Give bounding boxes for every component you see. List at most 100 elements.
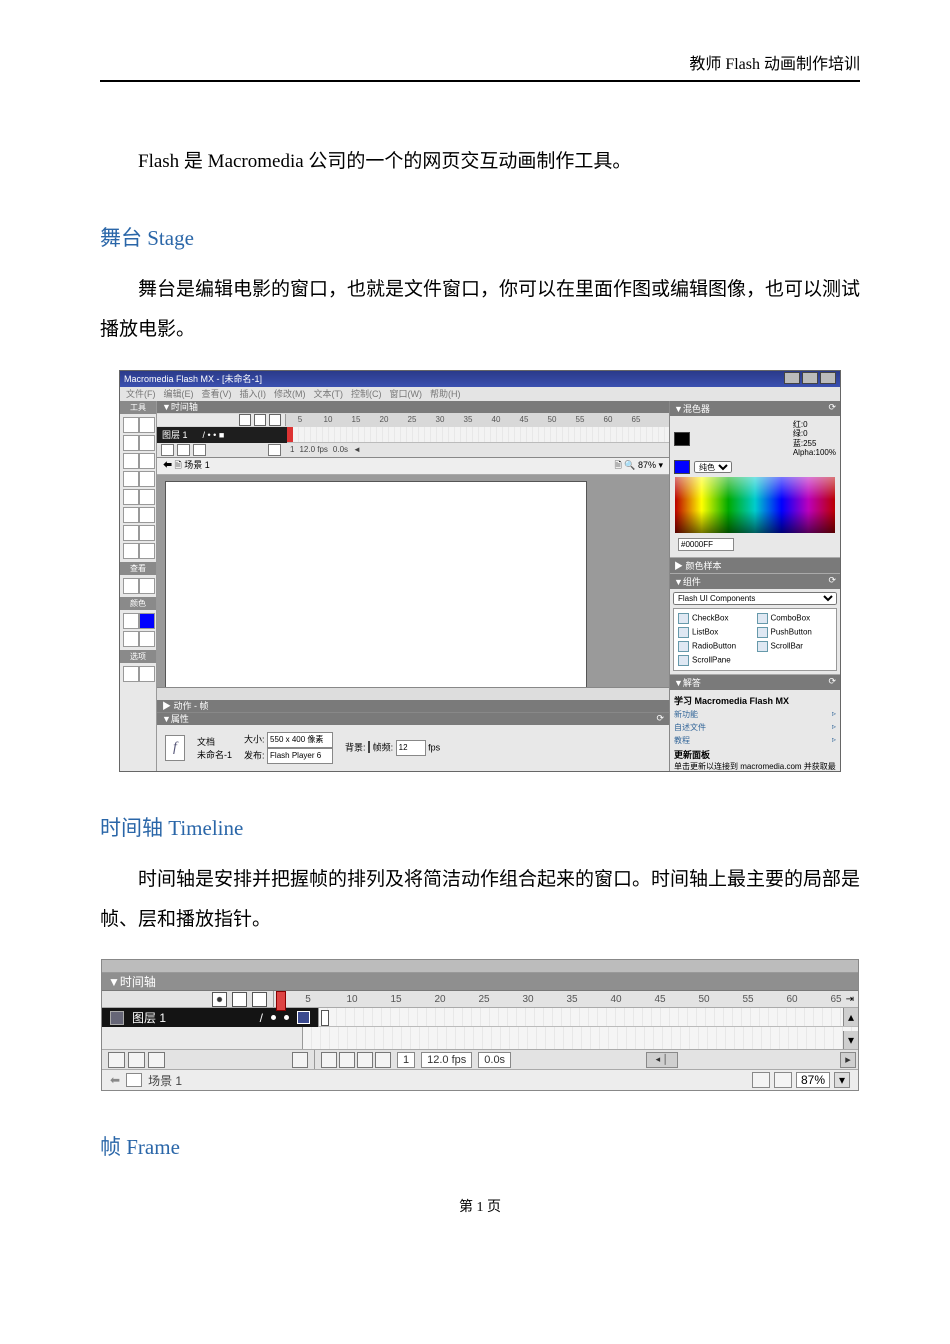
hex-input[interactable] (678, 538, 734, 551)
tick: 45 (638, 994, 682, 1005)
frame-ruler[interactable]: 5 10 15 20 25 30 35 40 45 50 55 60 65 ⇥ (274, 991, 858, 1008)
heading-timeline-zh: 时间轴 (100, 816, 163, 840)
edit-symbol-icon[interactable] (774, 1072, 792, 1088)
tick: 55 (566, 415, 594, 424)
layer-row[interactable]: 图层 1 / ▴ (102, 1008, 858, 1027)
comp-scrollpane[interactable]: ScrollPane (678, 655, 754, 666)
heading-stage-en: Stage (147, 226, 194, 250)
layer-row[interactable]: 图层 1/ • • ■ (157, 427, 669, 443)
outline-icon[interactable] (252, 992, 267, 1007)
stage-canvas[interactable] (165, 481, 587, 693)
scroll-left-icon[interactable]: ◂ │ (646, 1052, 678, 1068)
edit-scene-icon[interactable] (752, 1072, 770, 1088)
mixer-label[interactable]: ▼混色器 (674, 402, 710, 415)
comp-scrollbar[interactable]: ScrollBar (757, 641, 833, 652)
link-tutorial[interactable]: 教程▹ (674, 735, 836, 746)
layer-add-buttons[interactable] (108, 1052, 165, 1068)
menu-window[interactable]: 窗口(W) (390, 387, 423, 400)
menu-insert[interactable]: 插入(I) (240, 387, 267, 400)
components-label[interactable]: ▼组件 (674, 575, 701, 588)
fps-input[interactable] (396, 740, 426, 756)
menu-edit[interactable]: 编辑(E) (164, 387, 194, 400)
comp-radiobutton[interactable]: RadioButton (678, 641, 754, 652)
tick: 35 (550, 994, 594, 1005)
zoom-display[interactable]: 🗎 🔍 87% ▾ (615, 458, 664, 474)
view-buttons[interactable] (120, 575, 156, 597)
fps-unit: fps (428, 742, 440, 752)
color-spectrum[interactable] (675, 477, 835, 533)
option-buttons[interactable] (120, 663, 156, 685)
menu-control[interactable]: 控制(C) (351, 387, 382, 400)
size-button[interactable] (267, 732, 333, 748)
scroll-right-icon[interactable]: ▸ (840, 1052, 856, 1068)
component-set-select[interactable]: Flash UI Components (673, 592, 837, 605)
scroll-up-icon[interactable]: ▴ (843, 1008, 858, 1026)
lock-dot[interactable] (284, 1015, 289, 1020)
frames-track[interactable]: ▴ (319, 1008, 858, 1027)
color-swatches[interactable] (120, 610, 156, 650)
properties-label[interactable]: ▼属性 (162, 712, 189, 725)
actions-panel-header[interactable]: ▶ 动作 - 帧 (157, 700, 669, 712)
doc-icon: f (165, 735, 185, 761)
frame-ruler[interactable]: 5 10 15 20 25 30 35 40 45 50 55 60 (286, 415, 669, 424)
link-whatsnew[interactable]: 新功能▹ (674, 709, 836, 720)
frames-area[interactable] (287, 427, 669, 443)
flash-mx-screenshot: Macromedia Flash MX - [未命名-1] 文件(F) 编辑(E… (119, 370, 841, 772)
right-panels: ▼混色器⟳ 红:0绿:0蓝:255Alpha:100% 纯色 (669, 401, 840, 771)
comp-checkbox[interactable]: CheckBox (678, 613, 754, 624)
zoom-value[interactable]: 87% (796, 1072, 830, 1088)
swatches-panel[interactable]: ▶ 颜色样本 (670, 558, 840, 574)
layer-column-header[interactable] (102, 991, 274, 1008)
layer-buttons[interactable] (157, 444, 285, 456)
menu-view[interactable]: 查看(V) (202, 387, 232, 400)
outline-box[interactable] (297, 1011, 310, 1024)
menu-file[interactable]: 文件(F) (126, 387, 156, 400)
layer-header-icons[interactable] (157, 414, 286, 426)
menu-bar[interactable]: 文件(F) 编辑(E) 查看(V) 插入(I) 修改(M) 文本(T) 控制(C… (120, 387, 840, 401)
component-list[interactable]: CheckBox ComboBox ListBox PushButton Rad… (673, 608, 837, 671)
heading-frame: 帧 Frame (100, 1131, 860, 1161)
layer-name: 图层 1 (132, 1009, 166, 1026)
scene-name[interactable]: 场景 1 (148, 1072, 182, 1089)
playhead[interactable] (276, 991, 286, 1011)
ruler-end-icon[interactable]: ⇥ (846, 994, 854, 1005)
pub-label: 发布: (244, 750, 265, 760)
stroke-swatch[interactable] (674, 432, 690, 446)
visible-dot[interactable] (271, 1015, 276, 1020)
heading-frame-en: Frame (126, 1135, 180, 1159)
tool-buttons[interactable] (120, 414, 156, 562)
tick: 15 (342, 415, 370, 424)
comp-pushbutton[interactable]: PushButton (757, 627, 833, 638)
zoom-dropdown-icon[interactable]: ▾ (834, 1072, 850, 1088)
trash-icon[interactable] (292, 1052, 308, 1068)
back-icon[interactable]: ⬅ (110, 1073, 120, 1087)
panel-grip[interactable] (102, 960, 858, 972)
tick: 15 (374, 994, 418, 1005)
answers-label[interactable]: ▼解答 (674, 676, 701, 689)
publish-button[interactable] (267, 748, 333, 764)
menu-text[interactable]: 文本(T) (314, 387, 344, 400)
timeline-header[interactable]: ▼时间轴 (157, 401, 669, 413)
tick: 20 (418, 994, 462, 1005)
timeline-title[interactable]: ▼时间轴 (102, 973, 858, 991)
fill-type-select[interactable]: 纯色 (694, 461, 732, 473)
window-buttons[interactable] (782, 372, 836, 386)
lock-icon[interactable] (232, 992, 247, 1007)
page-header: 教师 Flash 动画制作培训 (100, 50, 860, 82)
scene-name[interactable]: ⬅ 🗎 场景 1 (163, 458, 210, 474)
menu-modify[interactable]: 修改(M) (274, 387, 306, 400)
window-titlebar: Macromedia Flash MX - [未命名-1] (120, 371, 840, 387)
tick: 30 (506, 994, 550, 1005)
fill-swatch[interactable] (674, 460, 690, 474)
h-scrollbar[interactable] (157, 687, 669, 700)
link-readme[interactable]: 自述文件▹ (674, 722, 836, 733)
update-heading: 更新面板 (674, 750, 710, 760)
comp-listbox[interactable]: ListBox (678, 627, 754, 638)
stage-area[interactable] (157, 475, 669, 700)
comp-combobox[interactable]: ComboBox (757, 613, 833, 624)
onion-skin-buttons[interactable] (321, 1052, 391, 1068)
eye-icon[interactable] (212, 992, 227, 1007)
scroll-down-icon[interactable]: ▾ (843, 1031, 858, 1049)
menu-help[interactable]: 帮助(H) (430, 387, 461, 400)
bg-swatch[interactable] (368, 741, 370, 753)
